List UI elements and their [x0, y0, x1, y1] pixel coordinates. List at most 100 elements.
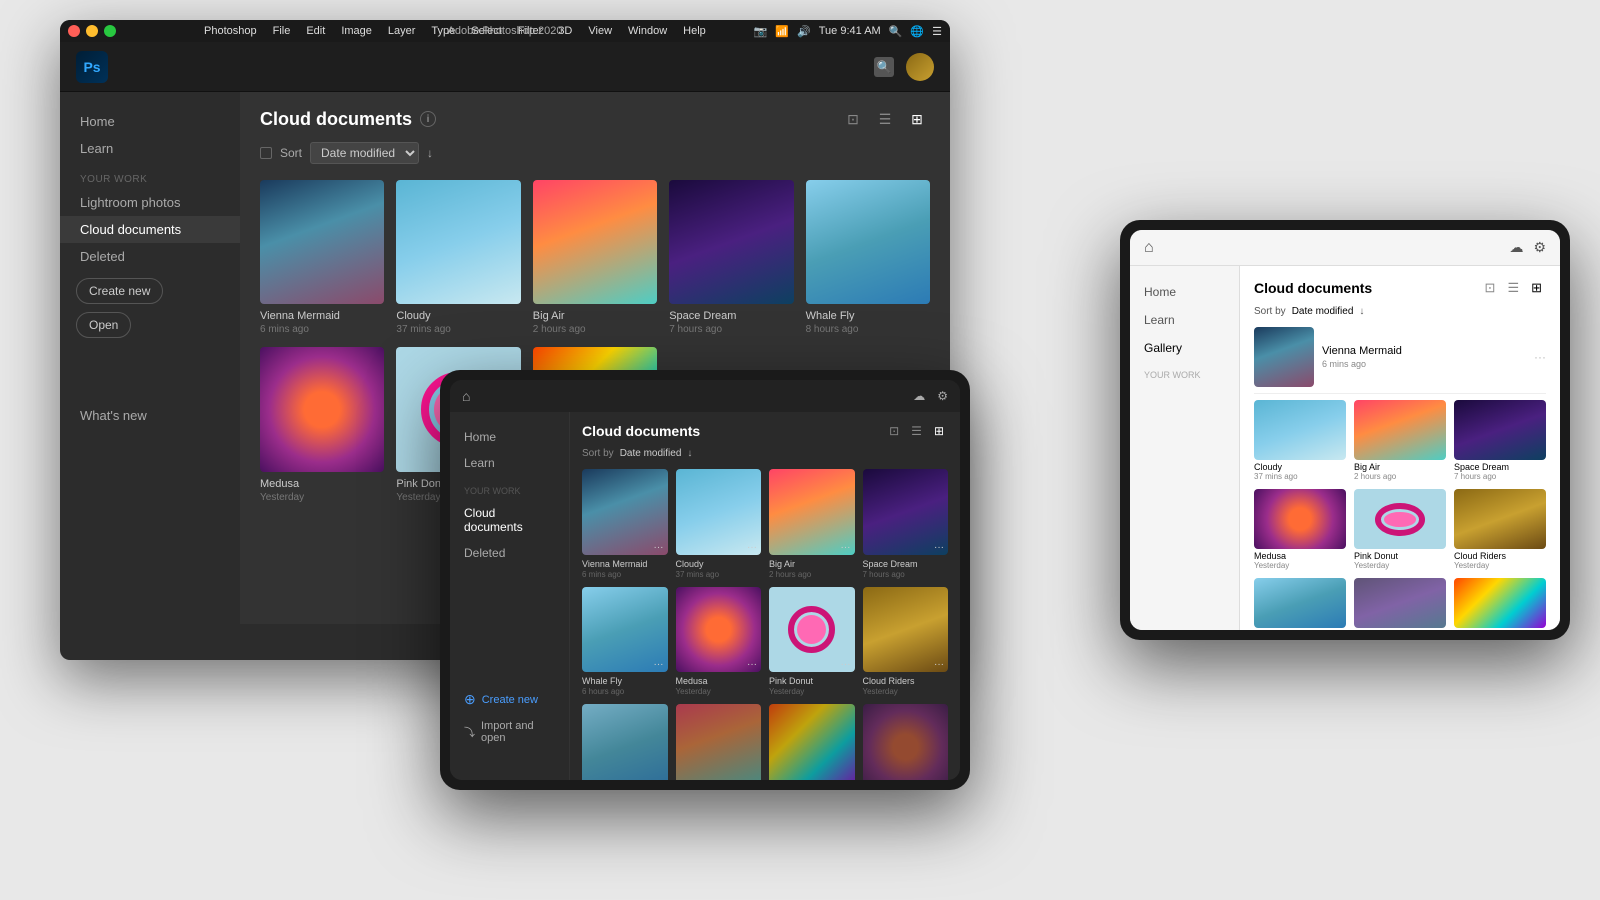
ipad-doc-whalefly[interactable]: ··· Whale Fly 6 hours ago [582, 587, 668, 697]
ipadr-doc-medusa[interactable]: Medusa Yesterday [1254, 489, 1346, 570]
doc-cloudy[interactable]: Cloudy 37 mins ago [396, 180, 520, 335]
maximize-btn[interactable] [104, 25, 116, 37]
sidebar-cloud-docs[interactable]: Cloud documents [60, 216, 240, 243]
sidebar-whats-new[interactable]: What's new [60, 402, 240, 429]
mac-menubar: Photoshop File Edit Image Layer Type Sel… [60, 20, 950, 42]
info-icon[interactable]: i [420, 111, 436, 127]
ipadr-doc-bigair[interactable]: Big Air 2 hours ago [1354, 400, 1446, 481]
sidebar-home[interactable]: Home [60, 108, 240, 135]
doc-vienna-mermaid[interactable]: Vienna Mermaid 6 mins ago [260, 180, 384, 335]
sidebar-deleted[interactable]: Deleted [60, 243, 240, 270]
menu-file[interactable]: File [265, 25, 299, 37]
ipadr-learn[interactable]: Learn [1130, 306, 1239, 334]
ipadr-share-btn[interactable]: ⊡ [1481, 278, 1500, 298]
siri-icon[interactable]: 🌐 [910, 25, 924, 38]
sidebar-learn[interactable]: Learn [60, 135, 240, 162]
ipadr-doc-date-donut: Yesterday [1354, 561, 1446, 570]
menu-help[interactable]: Help [675, 25, 714, 37]
ipadr-list-btn[interactable]: ☰ [1503, 278, 1523, 298]
menu-view[interactable]: View [580, 25, 620, 37]
ipadr-sort-value[interactable]: Date modified [1292, 306, 1354, 317]
ipad-sidebar-learn[interactable]: Learn [450, 450, 569, 476]
menu-edit[interactable]: Edit [298, 25, 333, 37]
ipad-sidebar-deleted[interactable]: Deleted [450, 540, 569, 566]
more-btn-spacedream[interactable]: ··· [934, 542, 944, 553]
ipad-titlebar: ⌂ ☁ ⚙ [450, 380, 960, 412]
ipad-share-btn[interactable]: ⊡ [885, 422, 903, 440]
ipad-doc-extra4[interactable] [863, 704, 949, 780]
ipad-doc-cloudriders[interactable]: ··· Cloud Riders Yesterday [863, 587, 949, 697]
menu-layer[interactable]: Layer [380, 25, 424, 37]
ipad-sort-value[interactable]: Date modified [620, 448, 682, 459]
ipad-import-open-btn[interactable]: ⤵ Import and open [450, 714, 570, 750]
menu-photoshop[interactable]: Photoshop [196, 25, 265, 37]
ipad-doc-name-bigair: Big Air [769, 559, 855, 569]
search-icon[interactable]: 🔍 [874, 57, 894, 77]
ipadr-sort-arrow[interactable]: ↓ [1359, 306, 1364, 317]
create-new-button[interactable]: Create new [76, 278, 163, 304]
more-btn-cloudy[interactable]: ··· [747, 542, 757, 553]
ipadr-doc-cloudy[interactable]: Cloudy 37 mins ago [1254, 400, 1346, 481]
ipad-grid-btn[interactable]: ⊞ [930, 422, 948, 440]
ipad-doc-name-medusa: Medusa [676, 676, 762, 686]
cloud-icon[interactable]: ☁ [1509, 239, 1523, 256]
sidebar-lightroom[interactable]: Lightroom photos [60, 189, 240, 216]
user-avatar[interactable] [906, 53, 934, 81]
home-icon[interactable]: ⌂ [1144, 239, 1154, 257]
view-share-btn[interactable]: ⊡ [840, 108, 866, 130]
ipadr-gallery[interactable]: Gallery [1130, 334, 1239, 362]
ipad-list-btn[interactable]: ☰ [907, 422, 926, 440]
ipadr-doc-donut[interactable]: Pink Donut Yesterday [1354, 489, 1446, 570]
ipadr-grid-btn[interactable]: ⊞ [1527, 278, 1546, 298]
doc-bigair[interactable]: Big Air 2 hours ago [533, 180, 657, 335]
ipad-sidebar-home[interactable]: Home [450, 424, 569, 450]
ipad-doc-date-cloudy: 37 mins ago [676, 570, 762, 579]
ipad-doc-pinkdonut[interactable]: ··· Pink Donut Yesterday [769, 587, 855, 697]
doc-whalefly[interactable]: Whale Fly 8 hours ago [806, 180, 930, 335]
ipad-doc-medusa[interactable]: ··· Medusa Yesterday [676, 587, 762, 697]
ipadr-more-btn[interactable]: ··· [1534, 350, 1546, 364]
ipadr-home[interactable]: Home [1130, 278, 1239, 306]
sort-select[interactable]: Date modified Name [310, 142, 419, 164]
ipad-doc-bigair[interactable]: ··· Big Air 2 hours ago [769, 469, 855, 579]
cloud-icon[interactable]: ☁ [913, 389, 925, 403]
sort-direction-icon[interactable]: ↓ [427, 146, 433, 160]
open-button[interactable]: Open [76, 312, 131, 338]
more-btn-vienna[interactable]: ··· [654, 542, 664, 553]
sort-checkbox[interactable] [260, 147, 272, 159]
minimize-btn[interactable] [86, 25, 98, 37]
ipadr-doc-spacedream[interactable]: Space Dream 7 hours ago [1454, 400, 1546, 481]
doc-spacedream[interactable]: Space Dream 7 hours ago [669, 180, 793, 335]
settings-icon[interactable]: ⚙ [937, 389, 948, 403]
view-list-btn[interactable]: ☰ [872, 108, 898, 130]
ipad-sidebar-cloud-docs[interactable]: Cloud documents [450, 500, 569, 540]
ipad-doc-spacedream[interactable]: ··· Space Dream 7 hours ago [863, 469, 949, 579]
ipad-sort-arrow[interactable]: ↓ [687, 448, 692, 459]
more-btn-whalefly[interactable]: ··· [654, 659, 664, 670]
close-btn[interactable] [68, 25, 80, 37]
more-btn-cloudriders[interactable]: ··· [934, 659, 944, 670]
ipad-doc-cloudy[interactable]: ··· Cloudy 37 mins ago [676, 469, 762, 579]
ipad-doc-extra2[interactable] [676, 704, 762, 780]
ipad-doc-vienna[interactable]: ··· Vienna Mermaid 6 mins ago [582, 469, 668, 579]
ipad-create-new-btn[interactable]: ⊕ Create new [450, 685, 570, 714]
menu-extras-icon[interactable]: ☰ [932, 25, 942, 38]
search-icon[interactable]: 🔍 [889, 25, 903, 38]
home-icon[interactable]: ⌂ [462, 388, 478, 404]
more-btn-bigair[interactable]: ··· [841, 542, 851, 553]
doc-date-whalefly: 8 hours ago [806, 324, 930, 335]
ipad-doc-extra3[interactable] [769, 704, 855, 780]
ipad-doc-extra1[interactable] [582, 704, 668, 780]
menu-image[interactable]: Image [333, 25, 380, 37]
ipadr-sidebar: Home Learn Gallery YOUR WORK [1130, 266, 1240, 630]
doc-medusa[interactable]: Medusa Yesterday [260, 347, 384, 502]
ipadr-row-vienna[interactable]: Vienna Mermaid 6 mins ago ··· [1254, 327, 1546, 394]
ipadr-doc-cloudriders[interactable]: Cloud Riders Yesterday [1454, 489, 1546, 570]
doc-thumb-spacedream [669, 180, 793, 304]
more-btn-medusa[interactable]: ··· [747, 659, 757, 670]
ipad-doc-thumb-vienna: ··· [582, 469, 668, 555]
view-grid-btn[interactable]: ⊞ [904, 108, 930, 130]
more-btn-donut[interactable]: ··· [841, 659, 851, 670]
settings-icon[interactable]: ⚙ [1533, 239, 1546, 256]
menu-window[interactable]: Window [620, 25, 675, 37]
